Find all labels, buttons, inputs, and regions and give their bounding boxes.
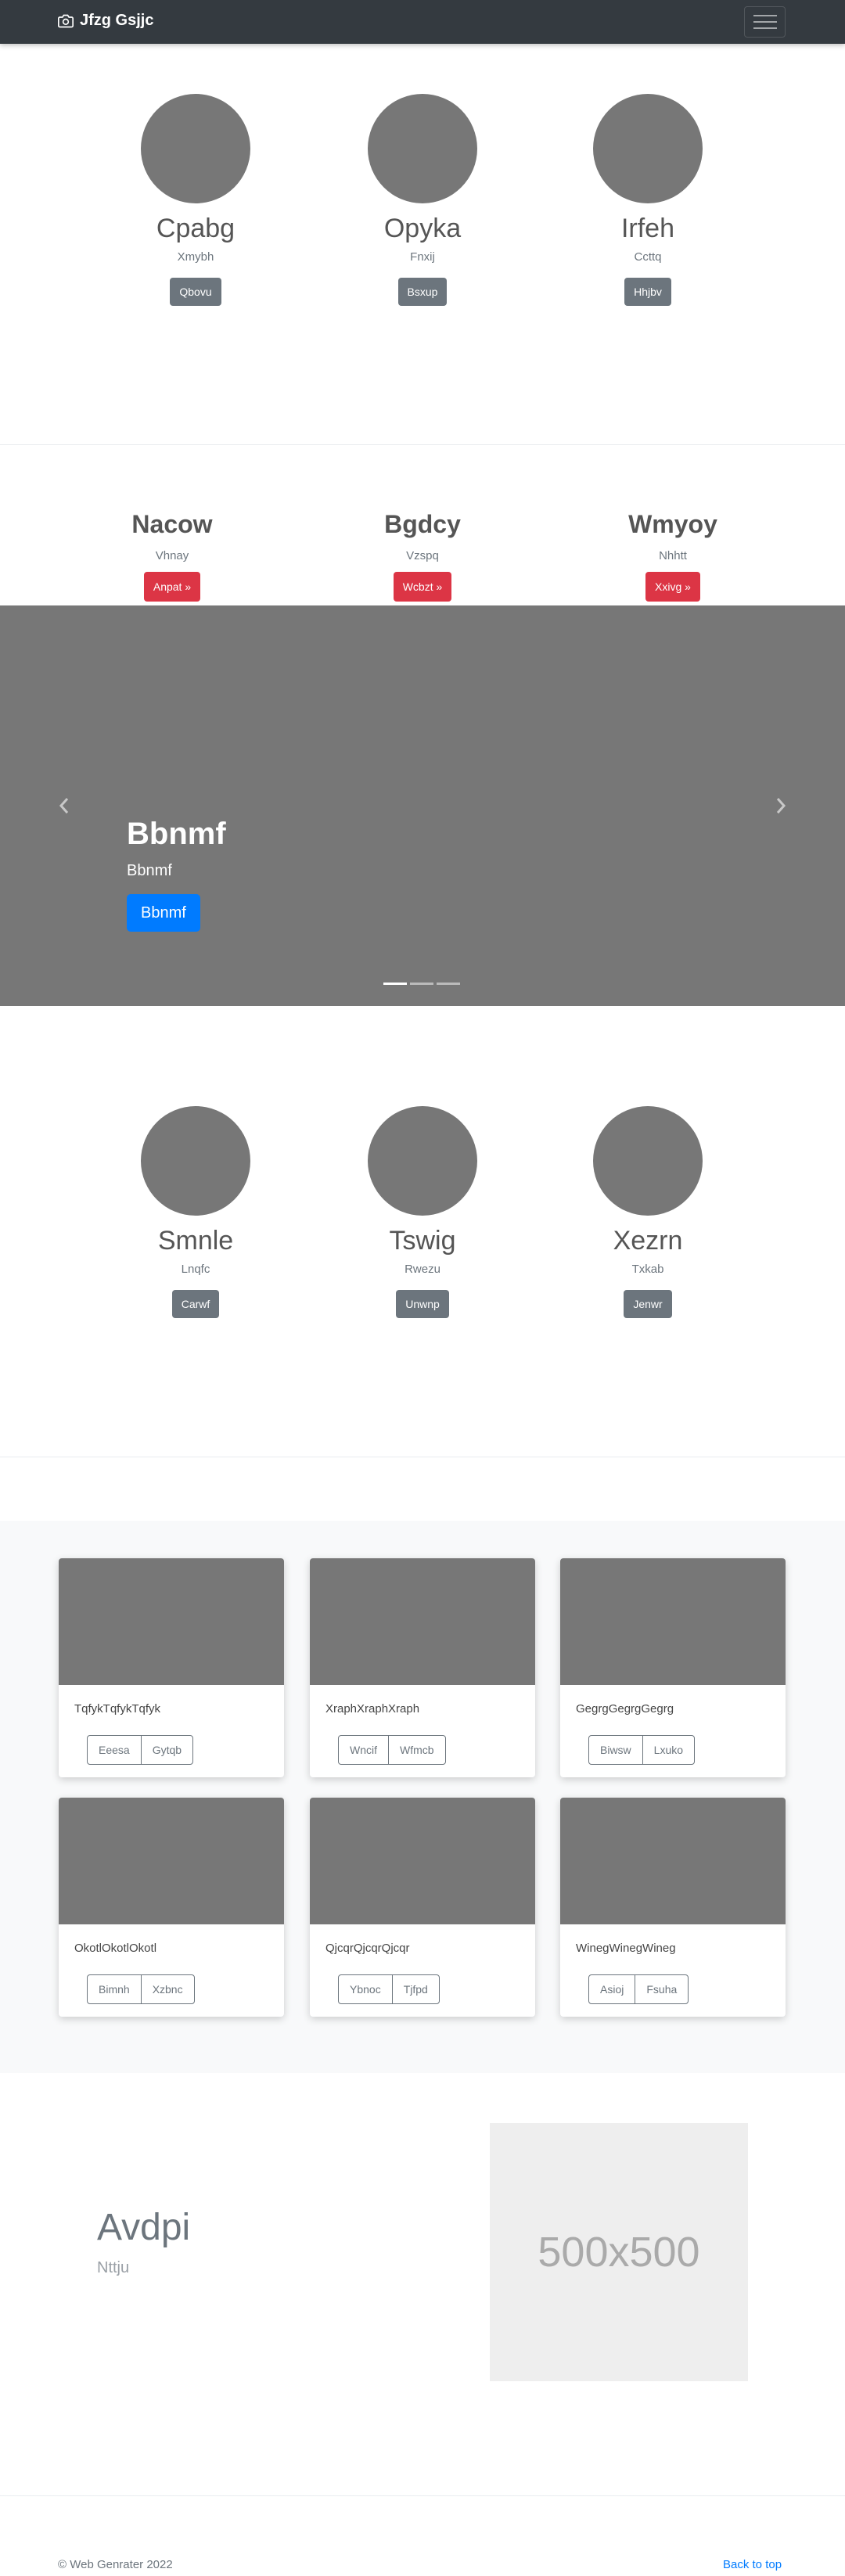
card-button-group: Ybnoc Tjfpd [338, 1974, 440, 2004]
card-image [59, 1558, 284, 1685]
heading-subtitle: Vzspq [406, 549, 439, 562]
carousel-indicator[interactable] [410, 983, 433, 985]
card-button-group: Wncif Wfmcb [338, 1735, 446, 1765]
card-button[interactable]: Fsuha [635, 1974, 689, 2004]
heading-subtitle: Nhhtt [659, 549, 687, 562]
brand-link[interactable]: Jfzg Gsjjc [58, 12, 153, 30]
card-image [560, 1798, 786, 1924]
card-text: QjcqrQjcqrQjcqr [325, 1942, 410, 1955]
carousel-next-button[interactable] [765, 782, 796, 829]
card-image [310, 1558, 535, 1685]
album-card: XraphXraphXraph Wncif Wfmcb [310, 1558, 535, 1777]
member-subtitle: Txkab [631, 1263, 664, 1276]
team-member: Irfeh Ccttq Hhjbv [507, 94, 789, 306]
album-card: TqfykTqfykTqfyk Eeesa Gytqb [59, 1558, 284, 1777]
avatar [141, 1106, 250, 1216]
heading-title: Wmyoy [628, 510, 717, 538]
heading-title: Nacow [131, 510, 213, 538]
album-card: WinegWinegWineg Asioj Fsuha [560, 1798, 786, 2017]
chevron-left-icon [59, 798, 69, 814]
card-button-group: Eeesa Gytqb [87, 1735, 194, 1765]
avatar [141, 94, 250, 203]
member-button[interactable]: Qbovu [170, 278, 221, 306]
avatar [593, 94, 703, 203]
carousel-title: Bbnmf [127, 817, 226, 851]
carousel-button[interactable]: Bbnmf [127, 894, 200, 932]
heading-button[interactable]: Anpat » [143, 572, 201, 602]
heading-column: Wmyoy Nhhtt Xxivg » [532, 508, 814, 602]
card-image [310, 1798, 535, 1924]
member-button[interactable]: Jenwr [624, 1290, 672, 1318]
placeholder-image: 500x500 [490, 2123, 748, 2381]
carousel-text: Bbnmf [127, 862, 172, 879]
card-button[interactable]: Biwsw [588, 1735, 643, 1765]
carousel: Bbnmf Bbnmf Bbnmf [0, 605, 845, 1006]
card-button[interactable]: Wncif [338, 1735, 389, 1765]
card-text: WinegWinegWineg [576, 1942, 676, 1955]
navbar: Jfzg Gsjjc [0, 0, 845, 44]
heading-button[interactable]: Xxivg » [645, 572, 700, 602]
card-button[interactable]: Ybnoc [338, 1974, 393, 2004]
feature-lead: Nttju [97, 2259, 130, 2276]
album-card: QjcqrQjcqrQjcqr Ybnoc Tjfpd [310, 1798, 535, 2017]
feature-heading: Avdpi [97, 2207, 191, 2248]
heading-column: Nacow Vhnay Anpat » [31, 508, 313, 602]
album-card: OkotlOkotlOkotl Bimnh Xzbnc [59, 1798, 284, 2017]
member-button[interactable]: Unwnp [396, 1290, 449, 1318]
menu-icon [753, 15, 777, 29]
card-button[interactable]: Wfmcb [388, 1735, 446, 1765]
avatar [368, 1106, 477, 1216]
heading-subtitle: Vhnay [155, 549, 189, 562]
member-button[interactable]: Hhjbv [624, 278, 671, 306]
heading-column: Bgdcy Vzspq Wcbzt » [282, 508, 563, 602]
team-member: Xezrn Txkab Jenwr [507, 1106, 789, 1318]
footer-copyright: © Web Genrater 2022 [58, 2558, 173, 2571]
carousel-prev-button[interactable] [49, 782, 80, 829]
card-button[interactable]: Asioj [588, 1974, 636, 2004]
card-image [59, 1798, 284, 1924]
navbar-toggler-button[interactable] [744, 6, 786, 38]
card-button-group: Asioj Fsuha [588, 1974, 689, 2004]
member-subtitle: Ccttq [634, 250, 662, 264]
album-section: TqfykTqfykTqfyk Eeesa Gytqb XraphXraphXr… [0, 1521, 845, 2073]
member-button[interactable]: Bsxup [397, 278, 448, 306]
placeholder-label: 500x500 [538, 2229, 700, 2276]
card-button[interactable]: Eeesa [87, 1735, 142, 1765]
member-name: Xezrn [613, 1226, 683, 1256]
album-card: GegrgGegrgGegrg Biwsw Lxuko [560, 1558, 786, 1777]
avatar [368, 94, 477, 203]
card-button-group: Bimnh Xzbnc [87, 1974, 195, 2004]
section-divider [0, 444, 845, 445]
card-button[interactable]: Xzbnc [140, 1974, 195, 2004]
carousel-indicator[interactable] [437, 983, 460, 985]
heading-button[interactable]: Wcbzt » [393, 572, 452, 602]
back-to-top-link[interactable]: Back to top [723, 2558, 782, 2571]
card-text: TqfykTqfykTqfyk [74, 1702, 161, 1716]
card-button[interactable]: Bimnh [87, 1974, 142, 2004]
heading-title: Bgdcy [384, 510, 461, 538]
card-button-group: Biwsw Lxuko [588, 1735, 696, 1765]
card-button[interactable]: Tjfpd [391, 1974, 440, 2004]
avatar [593, 1106, 703, 1216]
card-text: GegrgGegrgGegrg [576, 1702, 674, 1716]
camera-icon [58, 14, 74, 27]
card-text: OkotlOkotlOkotl [74, 1942, 157, 1955]
member-button[interactable]: Carwf [171, 1290, 220, 1318]
brand-text: Jfzg Gsjjc [80, 12, 154, 29]
card-button[interactable]: Gytqb [140, 1735, 194, 1765]
carousel-caption: Bbnmf Bbnmf Bbnmf [127, 815, 226, 932]
chevron-right-icon [776, 798, 786, 814]
card-image [560, 1558, 786, 1685]
section-divider [0, 2495, 845, 2496]
carousel-indicator[interactable] [383, 983, 407, 985]
card-button[interactable]: Lxuko [642, 1735, 696, 1765]
member-name: Irfeh [620, 214, 675, 243]
carousel-indicators [383, 983, 460, 985]
card-text: XraphXraphXraph [325, 1702, 420, 1716]
